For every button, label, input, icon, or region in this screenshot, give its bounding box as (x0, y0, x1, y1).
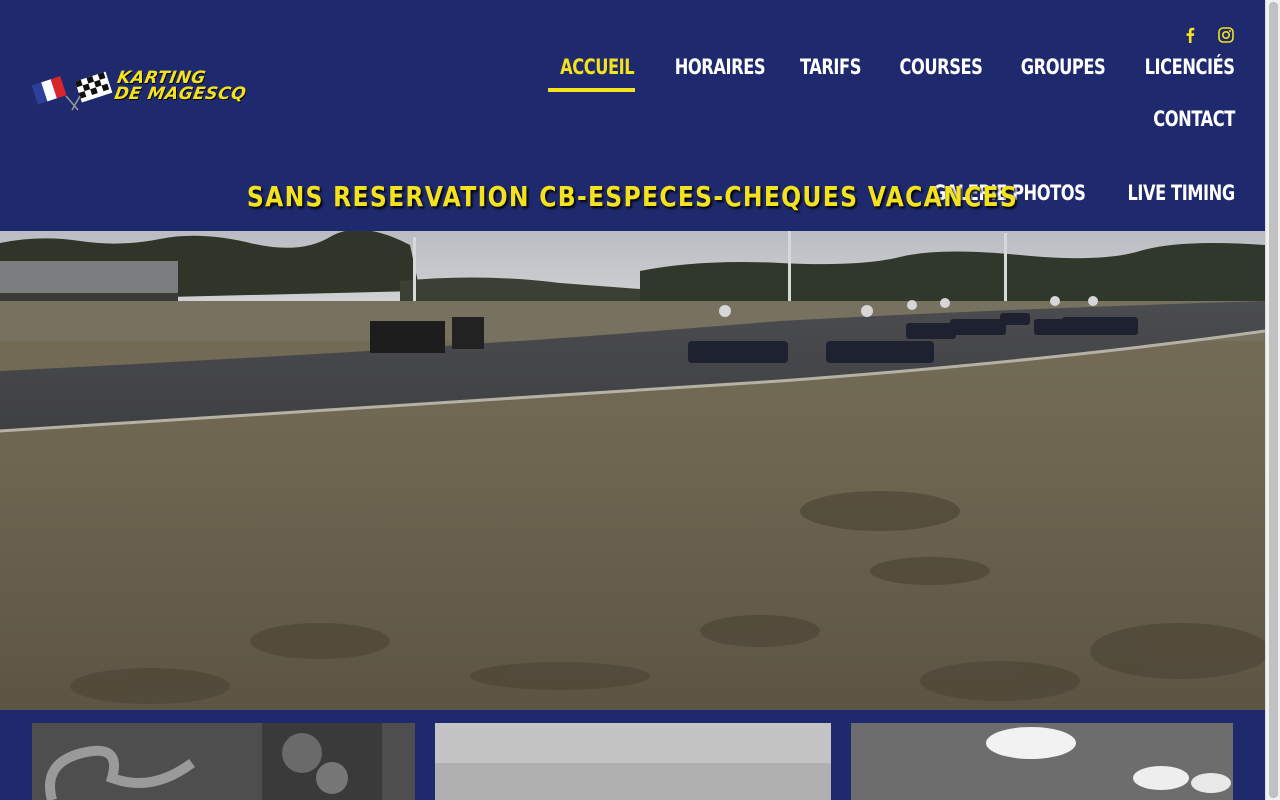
clouds-photo-icon (851, 723, 1233, 800)
card-clouds[interactable] (851, 723, 1233, 800)
nav-link-contact[interactable]: CONTACT (1153, 104, 1235, 134)
nav-item-licencies[interactable]: LICENCIÉS (1130, 52, 1235, 82)
scrollbar-thumb[interactable] (1269, 2, 1278, 798)
nav-link-groupes[interactable]: GROUPES (1021, 52, 1106, 82)
nav-item-courses[interactable]: COURSES (886, 52, 982, 82)
flags-logo-icon (31, 71, 113, 111)
nav-item-groupes[interactable]: GROUPES (1007, 52, 1106, 82)
hero-video[interactable] (0, 231, 1265, 710)
nav-item-horaires[interactable]: HORAIRES (660, 52, 765, 82)
sky-photo-icon (435, 723, 831, 800)
logo-text: KARTING DE MAGESCQ (112, 68, 250, 104)
page: KARTING DE MAGESCQ ACCUEIL HORAIRES TARI… (0, 0, 1265, 800)
instagram-icon[interactable] (1217, 26, 1235, 44)
nav-item-accueil[interactable]: ACCUEIL (548, 52, 635, 92)
aerial-track-photo-icon (32, 723, 415, 800)
nav-link-tarifs[interactable]: TARIFS (800, 52, 861, 82)
nav-item-tarifs[interactable]: TARIFS (790, 52, 861, 82)
feature-cards (0, 710, 1265, 800)
tagline: SANS RESERVATION CB-ESPECES-CHEQUES VACA… (246, 180, 1019, 213)
card-aerial-track[interactable] (32, 723, 415, 800)
scrollbar[interactable] (1265, 0, 1280, 800)
nav-link-horaires[interactable]: HORAIRES (674, 52, 765, 82)
site-logo[interactable]: KARTING DE MAGESCQ (30, 66, 300, 112)
nav-link-licencies[interactable]: LICENCIÉS (1145, 52, 1235, 82)
karting-track-photo-icon (0, 231, 1265, 710)
nav-link-accueil[interactable]: ACCUEIL (560, 52, 635, 82)
facebook-icon[interactable] (1181, 26, 1199, 44)
logo-line-2: DE MAGESCQ (112, 84, 248, 104)
social-links (1181, 26, 1235, 44)
nav-item-contact[interactable]: CONTACT (1140, 104, 1235, 134)
nav-link-courses[interactable]: COURSES (899, 52, 982, 82)
card-sky[interactable] (435, 723, 831, 800)
site-header: KARTING DE MAGESCQ ACCUEIL HORAIRES TARI… (0, 0, 1265, 231)
